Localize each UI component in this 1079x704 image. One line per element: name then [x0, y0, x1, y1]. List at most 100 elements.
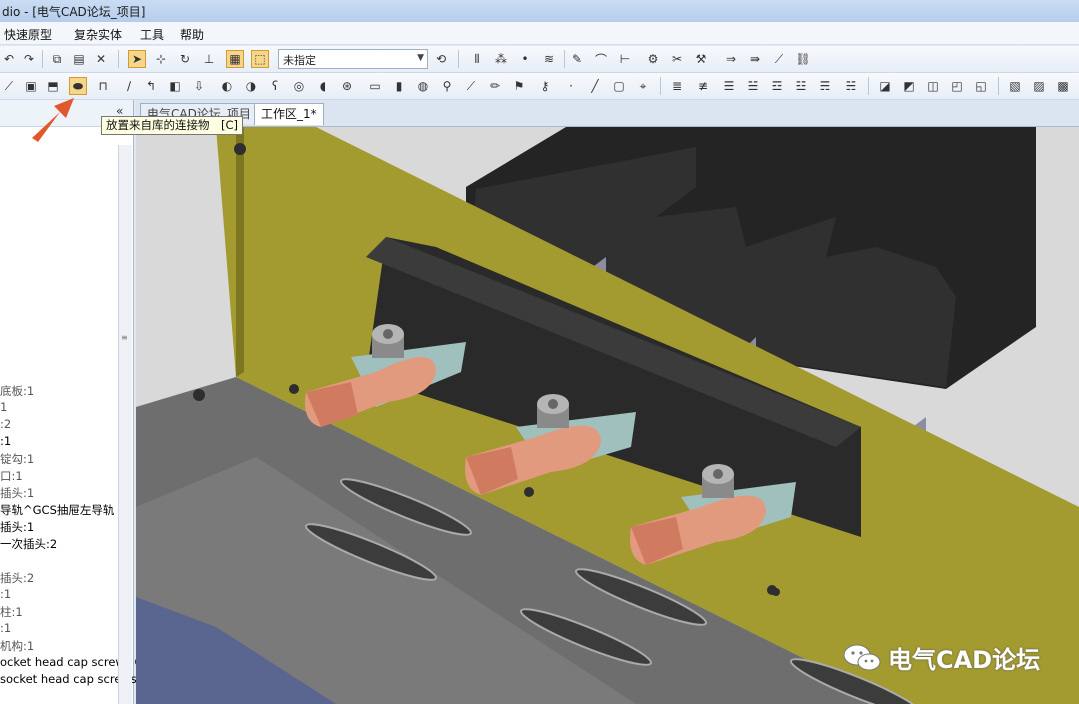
tree-item[interactable]: 锭勾:1: [0, 451, 34, 467]
tree-item[interactable]: 1: [0, 400, 7, 416]
bundle-delete-icon[interactable]: ≢: [694, 77, 712, 95]
menu-prototype[interactable]: 快速原型: [4, 26, 52, 43]
link-icon[interactable]: ⛓: [794, 50, 812, 68]
tool-icon[interactable]: ✂: [668, 50, 686, 68]
cable-icon[interactable]: ⊓: [94, 77, 112, 95]
chevron-down-icon: ▼: [417, 53, 424, 63]
round-terminal-icon[interactable]: ◎: [290, 77, 308, 95]
brush-icon[interactable]: ✏: [486, 77, 504, 95]
vertical-scrollbar[interactable]: ≡: [118, 145, 132, 704]
rotate-icon[interactable]: ↻: [176, 50, 194, 68]
cable-tray-6-icon[interactable]: ☵: [842, 77, 860, 95]
component-b-icon[interactable]: ◩: [900, 77, 918, 95]
arrow-right-add-icon[interactable]: ⇛: [746, 50, 764, 68]
tree-item[interactable]: 底板:1: [0, 383, 34, 399]
tree-item[interactable]: :2: [0, 417, 11, 433]
fuse-icon[interactable]: ▮: [390, 77, 408, 95]
dot-icon[interactable]: ·: [562, 77, 580, 95]
diagonal-line-icon[interactable]: ╱: [586, 77, 604, 95]
redo-icon[interactable]: ↷: [20, 50, 38, 68]
component-c-icon[interactable]: ◫: [924, 77, 942, 95]
pencil-icon[interactable]: ✎: [568, 50, 586, 68]
scroll-grip-icon[interactable]: ≡: [121, 333, 130, 343]
cube-icon[interactable]: ◧: [166, 77, 184, 95]
clip-icon[interactable]: ◍: [414, 77, 432, 95]
spring-terminal-icon[interactable]: ʕ: [266, 77, 284, 95]
pin-icon[interactable]: ⟋: [462, 77, 480, 95]
refresh-icon[interactable]: ⟲: [432, 50, 450, 68]
project-tree-panel: « 底板:1 1:2:1 锭勾:1 口:1 插头:1 导轨^GCS抽屉左导轨 插头:1 一次插…: [0, 100, 151, 704]
tree-item[interactable]: :1: [0, 434, 11, 450]
copy-icon[interactable]: ⧉: [48, 50, 66, 68]
point-icon[interactable]: •: [516, 50, 534, 68]
wire-icon[interactable]: ∕: [120, 77, 138, 95]
tree-item[interactable]: socket head cap screws: [0, 672, 137, 688]
toolbar-separator: [118, 50, 119, 68]
download-icon[interactable]: ⇩: [190, 77, 208, 95]
toolbar-separator: [998, 77, 999, 95]
tree-item[interactable]: 一次插头:2: [0, 536, 57, 552]
axis-icon[interactable]: ⊥: [200, 50, 218, 68]
cable-tray-3-icon[interactable]: ☲: [768, 77, 786, 95]
tree-item[interactable]: :1: [0, 587, 11, 603]
tree-item[interactable]: 口:1: [0, 468, 23, 484]
crosshair-icon[interactable]: ⌖: [634, 77, 652, 95]
box-icon[interactable]: ▭: [366, 77, 384, 95]
arc-icon[interactable]: ⌒: [592, 50, 610, 68]
cable-tray-icon[interactable]: ☰: [720, 77, 738, 95]
undo-icon[interactable]: ↶: [0, 50, 18, 68]
move-icon[interactable]: ⊹: [152, 50, 170, 68]
terminal-icon[interactable]: ◐: [218, 77, 236, 95]
tree-item[interactable]: 插头:2: [0, 570, 34, 586]
paste-icon[interactable]: ▤: [70, 50, 88, 68]
menu-tools[interactable]: 工具: [140, 26, 164, 43]
tree-item[interactable]: 导轨^GCS抽屉左导轨: [0, 502, 114, 518]
component-e-icon[interactable]: ◱: [972, 77, 990, 95]
3d-model-render[interactable]: [136, 127, 1079, 704]
route-icon[interactable]: ⚑: [510, 77, 528, 95]
cable-tray-2-icon[interactable]: ☱: [744, 77, 762, 95]
spring-icon[interactable]: ≋: [540, 50, 558, 68]
menu-complex-entity[interactable]: 复杂实体: [74, 26, 122, 43]
square-icon[interactable]: ▢: [610, 77, 628, 95]
component-a-icon[interactable]: ◪: [876, 77, 894, 95]
tree-item[interactable]: 插头:1: [0, 485, 34, 501]
tree-item[interactable]: :1: [0, 621, 11, 637]
menu-help[interactable]: 帮助: [180, 26, 204, 43]
select-arrow-icon[interactable]: ➤: [128, 50, 146, 68]
snap-point-icon[interactable]: ⬚: [251, 50, 269, 68]
plug-icon[interactable]: ◖: [314, 77, 332, 95]
tab-workspace[interactable]: 工作区_1*: [254, 103, 324, 125]
dimension-icon[interactable]: ⊢: [616, 50, 634, 68]
component-d-icon[interactable]: ◰: [948, 77, 966, 95]
toolbar-separator: [564, 50, 565, 68]
bend-icon[interactable]: ↰: [142, 77, 160, 95]
assembly-icon[interactable]: ⚙: [644, 50, 662, 68]
menu-bar: 快速原型 复杂实体 工具 帮助: [0, 22, 1079, 45]
probe-icon[interactable]: ⚲: [438, 77, 456, 95]
disabled-c-icon: ▩: [1057, 79, 1069, 93]
socket-icon[interactable]: ⊛: [338, 77, 356, 95]
tree-item[interactable]: 机构:1: [0, 638, 34, 654]
3d-viewport[interactable]: [136, 127, 1079, 704]
panel-edge: [236, 127, 244, 377]
terminal-multi-icon[interactable]: ◑: [242, 77, 260, 95]
arrow-right-icon[interactable]: ⇒: [722, 50, 740, 68]
pattern-icon[interactable]: ⁂: [492, 50, 510, 68]
snap-grid-icon[interactable]: ▦: [226, 50, 244, 68]
document-tabs: 电气CAD论坛_项目 工作区_1*: [136, 100, 1079, 127]
cable-tray-5-icon[interactable]: ☴: [816, 77, 834, 95]
view-combo[interactable]: 未指定 ▼: [278, 49, 428, 69]
cable-tray-4-icon[interactable]: ☳: [792, 77, 810, 95]
tree-item[interactable]: 插头:1: [0, 519, 34, 535]
measure-icon[interactable]: ⟋: [770, 50, 788, 68]
line-icon[interactable]: ⟋: [0, 77, 18, 95]
key-icon[interactable]: ⚷: [536, 77, 554, 95]
toolbar-separator: [458, 50, 459, 68]
mirror-icon[interactable]: ⫴: [468, 50, 486, 68]
watermark-text: 电气CAD论坛: [888, 646, 1041, 674]
delete-icon[interactable]: ✕: [92, 50, 110, 68]
bundle-icon[interactable]: ≣: [668, 77, 686, 95]
tree-item[interactable]: 柱:1: [0, 604, 23, 620]
wrench-icon[interactable]: ⚒: [692, 50, 710, 68]
